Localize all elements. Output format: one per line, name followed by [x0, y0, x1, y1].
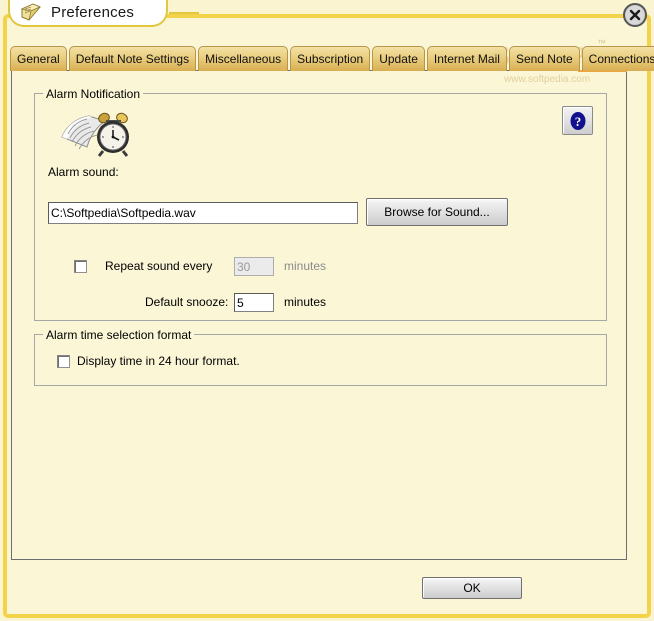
- display-24-hour-format-label: Display time in 24 hour format.: [77, 354, 240, 368]
- alarm-notification-group: Alarm Notification ? Alarm sound: C:\Sof…: [34, 87, 607, 321]
- tab-subscription[interactable]: Subscription: [290, 46, 371, 71]
- repeat-sound-checkbox[interactable]: [74, 260, 87, 273]
- alarm-sound-label: Alarm sound:: [48, 165, 119, 179]
- tab-label: Miscellaneous: [205, 52, 282, 66]
- repeat-interval-input[interactable]: [234, 257, 274, 276]
- tab-label: Connections: [588, 52, 654, 66]
- svg-text:?: ?: [574, 114, 581, 129]
- sticky-note-icon: [20, 3, 42, 22]
- tab-label: General: [17, 52, 60, 66]
- preferences-window: General Default Note Settings Miscellane…: [0, 0, 654, 621]
- help-question-icon: ?: [570, 111, 585, 130]
- close-button[interactable]: [622, 2, 648, 28]
- note-with-alarm-clock-icon: [59, 109, 131, 157]
- tab-update[interactable]: Update: [372, 46, 425, 71]
- ok-button-label: OK: [463, 581, 481, 595]
- help-button[interactable]: ?: [562, 106, 593, 135]
- default-snooze-label: Default snooze:: [145, 295, 229, 309]
- tab-send-note[interactable]: Send Note: [508, 46, 580, 71]
- tab-general[interactable]: General: [10, 46, 67, 71]
- default-snooze-input[interactable]: [234, 293, 274, 312]
- ok-button[interactable]: OK: [422, 577, 522, 599]
- display-24-hour-format-checkbox[interactable]: [57, 355, 70, 368]
- tab-label: Default Note Settings: [75, 52, 190, 66]
- tab-label: Subscription: [297, 52, 364, 66]
- close-circle-icon: [623, 3, 647, 27]
- alarm-time-format-group: Alarm time selection format Display time…: [34, 328, 607, 386]
- window-title-bar: Preferences: [8, 0, 199, 27]
- tab-label: Internet Mail: [433, 52, 500, 66]
- browse-for-sound-label: Browse for Sound...: [384, 205, 490, 219]
- alarms-tab-panel: Alarm Notification ? Alarm sound: C:\Sof…: [11, 70, 627, 560]
- repeat-minutes-unit-label: minutes: [284, 259, 327, 273]
- browse-for-sound-button[interactable]: Browse for Sound...: [366, 198, 508, 226]
- tab-label: Send Note: [515, 52, 573, 66]
- alarm-time-format-group-title: Alarm time selection format: [43, 328, 195, 342]
- repeat-sound-label: Repeat sound every: [105, 259, 213, 273]
- alarm-notification-group-title: Alarm Notification: [43, 87, 144, 101]
- tab-miscellaneous[interactable]: Miscellaneous: [198, 46, 289, 71]
- tab-label: Update: [379, 52, 418, 66]
- snooze-minutes-unit-label: minutes: [284, 295, 327, 309]
- window-title-text: Preferences: [51, 4, 135, 21]
- tab-internet-mail[interactable]: Internet Mail: [426, 46, 507, 71]
- tab-connections[interactable]: Connections: [581, 46, 654, 71]
- alarm-sound-path-input[interactable]: [48, 202, 358, 224]
- tab-default-note-settings[interactable]: Default Note Settings: [68, 46, 197, 71]
- preferences-tab-strip: General Default Note Settings Miscellane…: [10, 42, 654, 71]
